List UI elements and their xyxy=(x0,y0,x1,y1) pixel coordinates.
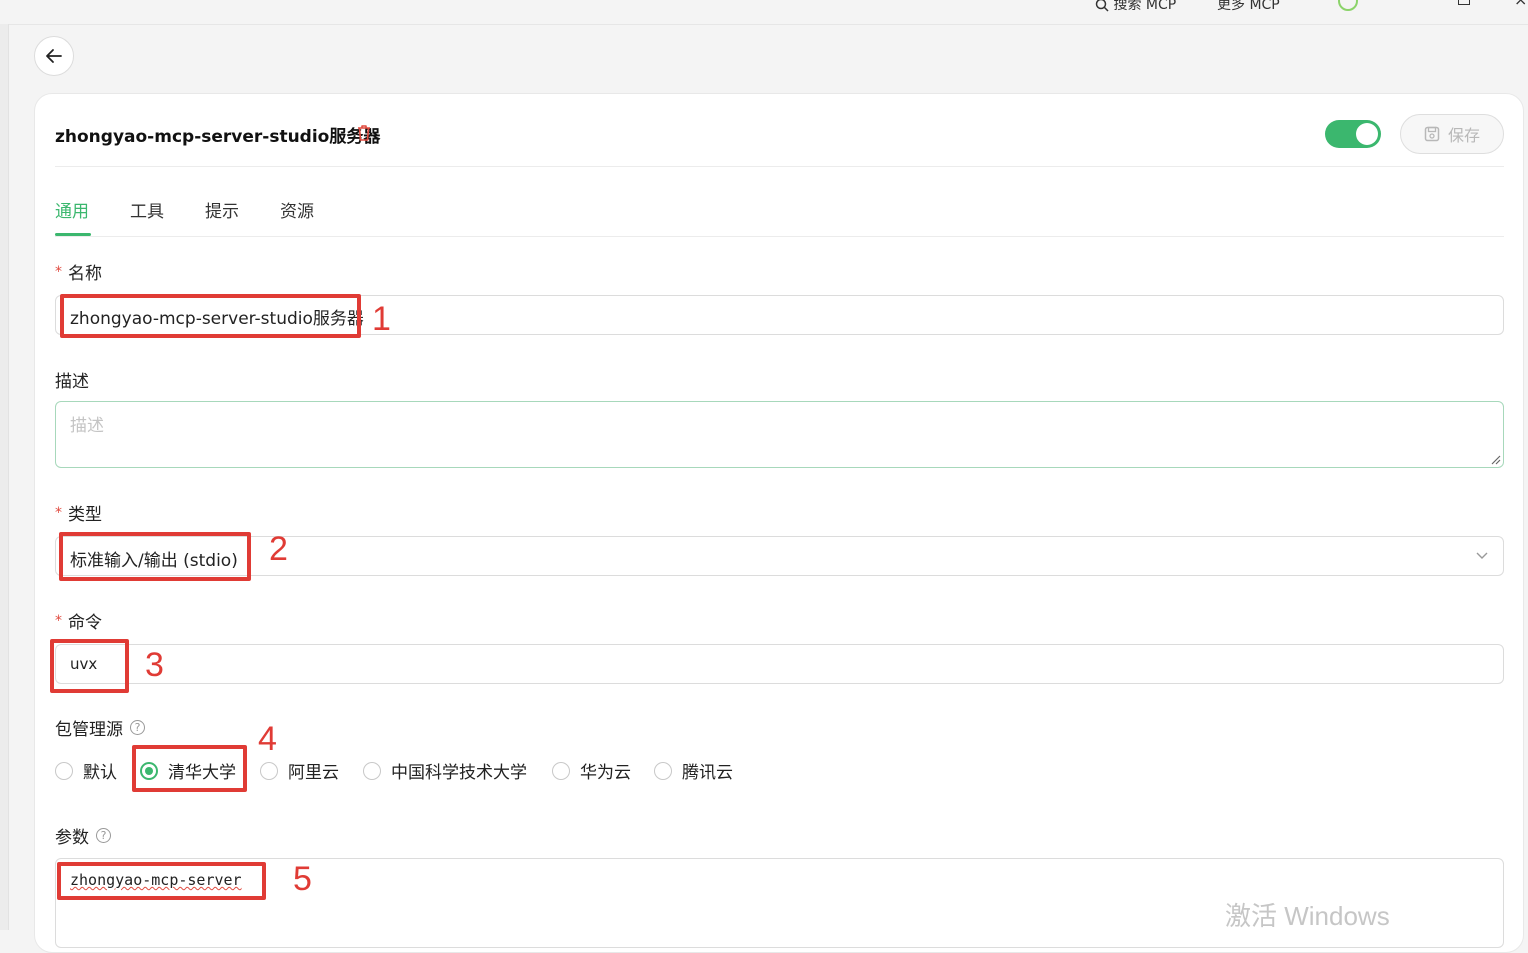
annotation-number-2: 2 xyxy=(269,530,288,568)
registry-label-text: 包管理源 xyxy=(55,720,123,740)
server-title: zhongyao-mcp-server-studio服务器 xyxy=(55,127,381,147)
tabs-divider xyxy=(55,236,1504,237)
help-icon[interactable]: ? xyxy=(96,828,111,843)
save-label: 保存 xyxy=(1447,126,1480,145)
description-placeholder: 描述 xyxy=(70,416,104,436)
tab-tools[interactable]: 工具 xyxy=(130,197,164,222)
radio-default[interactable]: 默认 xyxy=(55,758,117,783)
tab-resources[interactable]: 资源 xyxy=(280,197,314,222)
tab-general[interactable]: 通用 xyxy=(55,197,89,222)
windows-activation-watermark: 激活 Windows xyxy=(1225,901,1390,931)
type-select-value: 标准输入/输出 (stdio) xyxy=(70,551,238,571)
args-label: 参数 ? xyxy=(55,823,111,848)
back-button[interactable] xyxy=(34,36,74,76)
radio-label: 默认 xyxy=(83,763,117,783)
search-icon xyxy=(1095,0,1109,12)
annotation-number-3: 3 xyxy=(145,646,164,684)
annotation-number-4: 4 xyxy=(258,720,277,758)
annotation-number-1: 1 xyxy=(372,300,391,338)
search-mcp-button[interactable]: 搜索 MCP xyxy=(1095,0,1176,14)
maximize-icon[interactable] xyxy=(1458,0,1470,5)
required-mark: * xyxy=(55,263,62,280)
save-button[interactable]: 保存 xyxy=(1400,114,1504,154)
resize-grip-icon[interactable] xyxy=(1491,455,1501,465)
type-label-text: 类型 xyxy=(68,505,102,525)
radio-aliyun[interactable]: 阿里云 xyxy=(260,758,339,783)
left-edge xyxy=(0,24,9,930)
status-icon xyxy=(1338,0,1358,11)
description-label: 描述 xyxy=(55,367,89,392)
type-label: * 类型 xyxy=(55,500,102,526)
radio-circle xyxy=(260,761,278,780)
help-icon[interactable]: ? xyxy=(130,720,145,735)
radio-label: 腾讯云 xyxy=(682,763,733,783)
args-label-text: 参数 xyxy=(55,828,89,848)
required-mark: * xyxy=(55,504,62,521)
command-label: * 命令 xyxy=(55,608,102,634)
save-icon xyxy=(1424,126,1440,142)
annotation-number-5: 5 xyxy=(293,860,312,898)
arrow-left-icon xyxy=(46,49,62,63)
delete-server-button[interactable] xyxy=(356,124,372,146)
radio-circle xyxy=(654,761,672,780)
more-mcp-button[interactable]: 更多 MCP xyxy=(1217,0,1280,14)
trash-icon xyxy=(358,125,370,141)
window-top-bar: 搜索 MCP 更多 MCP × xyxy=(0,0,1528,25)
radio-circle xyxy=(363,761,381,780)
args-value: zhongyao-mcp-server xyxy=(70,871,242,889)
server-settings-card xyxy=(34,93,1524,953)
more-mcp-label: 更多 MCP xyxy=(1217,0,1280,13)
radio-label: 清华大学 xyxy=(168,763,236,783)
tab-prompts[interactable]: 提示 xyxy=(205,197,239,222)
description-label-text: 描述 xyxy=(55,372,89,392)
command-label-text: 命令 xyxy=(68,613,102,633)
radio-tsinghua[interactable]: 清华大学 xyxy=(140,758,236,783)
radio-circle-selected xyxy=(140,761,158,780)
description-textarea[interactable]: 描述 xyxy=(55,401,1504,468)
required-mark: * xyxy=(55,612,62,629)
toggle-knob xyxy=(1356,123,1378,145)
chevron-down-icon xyxy=(1476,552,1488,559)
name-input[interactable]: zhongyao-mcp-server-studio服务器 xyxy=(55,295,1504,335)
server-enabled-toggle[interactable] xyxy=(1325,120,1381,148)
name-input-value: zhongyao-mcp-server-studio服务器 xyxy=(70,309,364,329)
radio-label: 中国科学技术大学 xyxy=(391,763,527,783)
name-label-text: 名称 xyxy=(68,264,102,284)
radio-huawei[interactable]: 华为云 xyxy=(552,758,631,783)
command-input-value: uvx xyxy=(70,655,98,673)
name-label: * 名称 xyxy=(55,259,102,285)
radio-label: 阿里云 xyxy=(288,763,339,783)
radio-circle xyxy=(552,761,570,780)
registry-label: 包管理源 ? xyxy=(55,715,145,740)
command-input[interactable]: uvx xyxy=(55,644,1504,684)
radio-ustc[interactable]: 中国科学技术大学 xyxy=(363,758,527,783)
close-icon[interactable]: × xyxy=(1514,0,1527,9)
radio-circle xyxy=(55,761,73,780)
header-divider xyxy=(55,166,1504,167)
search-mcp-label: 搜索 MCP xyxy=(1113,0,1177,13)
radio-label: 华为云 xyxy=(580,763,631,783)
radio-tencent[interactable]: 腾讯云 xyxy=(654,758,733,783)
